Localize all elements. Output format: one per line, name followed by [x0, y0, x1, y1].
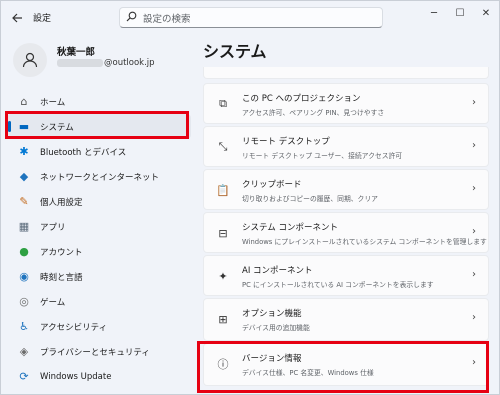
search-icon	[126, 11, 137, 25]
user-profile[interactable]: 秋葉一郎 @outlook.jp	[13, 39, 189, 79]
sidebar-item-paintbrush[interactable]: ✎ 個人用設定	[7, 189, 191, 214]
sidebar-item-game-controller[interactable]: ◎ ゲーム	[7, 289, 191, 314]
sidebar-item-label: 時刻と言語	[40, 272, 83, 283]
back-arrow-icon[interactable]	[7, 8, 27, 28]
maximize-button[interactable]: ☐	[447, 1, 473, 25]
user-email: @outlook.jp	[57, 58, 155, 68]
optional-features-icon: ⊞	[218, 312, 228, 326]
card-description: デバイス仕様、PC 名変更、Windows 仕様	[242, 369, 374, 377]
chevron-right-icon: ›	[472, 269, 476, 280]
sidebar-item-bluetooth[interactable]: ✱ Bluetooth とデバイス	[7, 139, 191, 164]
sidebar-item-label: アプリ	[40, 222, 66, 233]
sidebar-item-label: 個人用設定	[40, 197, 83, 208]
ai-sparkle-icon: ✦	[218, 269, 228, 283]
title-bar: 設定 設定の検索 ─ ☐ ✕	[1, 1, 499, 35]
app-title: 設定	[33, 14, 52, 24]
settings-card-optional-features[interactable]: ⊞ オプション機能 デバイス用の追加機能 ›	[203, 298, 489, 341]
settings-list: ⧉ この PC へのプロジェクションアクセス許可、ペアリング PIN、見つけやすさ…	[203, 67, 489, 388]
card-description: デバイス用の追加機能	[242, 324, 310, 332]
sidebar-item-label: ゲーム	[40, 297, 66, 308]
previous-card-fragment	[203, 67, 489, 79]
close-button[interactable]: ✕	[473, 1, 499, 25]
card-description: 切り取りおよびコピーの履歴、同期、クリア	[242, 195, 378, 203]
sidebar-item-wifi[interactable]: ◆ ネットワークとインターネット	[7, 164, 191, 189]
card-title: リモート デスクトップ	[242, 137, 330, 147]
sidebar-item-apps[interactable]: ▦ アプリ	[7, 214, 191, 239]
chevron-right-icon: ›	[472, 312, 476, 323]
card-description: PC にインストールされている AI コンポーネントを表示します	[242, 281, 434, 289]
avatar	[13, 43, 47, 77]
windows-update-icon: ⟳	[19, 370, 29, 383]
sidebar-item-shield[interactable]: ◈ プライバシーとセキュリティ	[7, 339, 191, 364]
sidebar-item-account[interactable]: ● アカウント	[7, 239, 191, 264]
sidebar-item-accessibility[interactable]: ♿ アクセシビリティ	[7, 314, 191, 339]
sidebar-item-label: アカウント	[40, 247, 83, 258]
card-title: AI コンポーネント	[242, 266, 313, 276]
sidebar-item-label: プライバシーとセキュリティ	[40, 347, 150, 358]
system-components-icon: ⊟	[218, 226, 228, 240]
info-icon: ⓘ	[217, 358, 229, 371]
settings-card-projection[interactable]: ⧉ この PC へのプロジェクションアクセス許可、ペアリング PIN、見つけやすさ…	[203, 83, 489, 124]
bluetooth-icon: ✱	[19, 145, 29, 158]
sidebar-item-globe-clock[interactable]: ◉ 時刻と言語	[7, 264, 191, 289]
page-title: システム	[203, 42, 267, 61]
apps-icon: ▦	[18, 220, 30, 233]
sidebar-item-label: Windows Update	[40, 371, 112, 382]
window-controls: ─ ☐ ✕	[421, 1, 499, 25]
sidebar-item-windows-update[interactable]: ⟳ Windows Update	[7, 364, 191, 389]
account-icon: ●	[19, 245, 29, 258]
system-icon: ▬	[18, 120, 30, 133]
card-description: リモート デスクトップ ユーザー、接続アクセス許可	[242, 152, 403, 160]
card-title: システム コンポーネント	[242, 223, 338, 233]
game-controller-icon: ◎	[19, 295, 29, 308]
accessibility-icon: ♿	[19, 320, 29, 333]
chevron-right-icon: ›	[472, 140, 476, 151]
sidebar-item-label: システム	[40, 122, 74, 133]
globe-clock-icon: ◉	[19, 270, 29, 283]
wifi-icon: ◆	[19, 170, 29, 183]
search-box[interactable]: 設定の検索	[119, 7, 383, 28]
sidebar-item-system[interactable]: ▬ システム	[7, 114, 191, 139]
sidebar-item-label: ホーム	[40, 97, 66, 108]
settings-window: 設定 設定の検索 ─ ☐ ✕ 秋葉一郎 @outlook.jp ⌂ ホーム ▬ システ…	[0, 0, 500, 395]
chevron-right-icon: ›	[472, 357, 476, 368]
card-description: アクセス許可、ペアリング PIN、見つけやすさ	[242, 109, 385, 117]
sidebar-item-label: Bluetooth とデバイス	[40, 147, 127, 158]
settings-card-system-components[interactable]: ⊟ システム コンポーネント Windows にプレインストールされているシステム …	[203, 212, 489, 253]
settings-card-clipboard[interactable]: 📋 クリップボード切り取りおよびコピーの履歴、同期、クリア ›	[203, 169, 489, 210]
sidebar-item-label: ネットワークとインターネット	[40, 172, 160, 183]
minimize-button[interactable]: ─	[421, 1, 447, 25]
shield-icon: ◈	[19, 345, 29, 358]
chevron-right-icon: ›	[472, 97, 476, 108]
card-title: この PC へのプロジェクション	[242, 94, 361, 104]
card-title: バージョン情報	[242, 354, 302, 364]
email-redaction	[57, 58, 103, 67]
remote-desktop-icon: ⤡	[218, 140, 228, 153]
chevron-right-icon: ›	[472, 183, 476, 194]
card-title: クリップボード	[242, 180, 302, 190]
settings-card-ai-sparkle[interactable]: ✦ AI コンポーネント PC にインストールされている AI コンポーネントを表示…	[203, 255, 489, 296]
user-name: 秋葉一郎	[57, 47, 96, 58]
projection-icon: ⧉	[219, 97, 227, 110]
person-icon	[22, 52, 38, 68]
settings-card-info[interactable]: ⓘ バージョン情報デバイス仕様、PC 名変更、Windows 仕様 ›	[203, 343, 489, 386]
sidebar-item-home[interactable]: ⌂ ホーム	[7, 89, 191, 114]
clipboard-icon: 📋	[216, 183, 230, 197]
settings-card-remote-desktop[interactable]: ⤡ リモート デスクトップリモート デスクトップ ユーザー、接続アクセス許可 ›	[203, 126, 489, 167]
user-email-domain: @outlook.jp	[104, 58, 155, 68]
paintbrush-icon: ✎	[19, 195, 29, 208]
sidebar-nav: ⌂ ホーム ▬ システム ✱ Bluetooth とデバイス ◆ ネットワークとインターネット…	[7, 89, 191, 389]
sidebar-item-label: アクセシビリティ	[40, 322, 108, 333]
card-title: オプション機能	[242, 309, 302, 319]
search-input[interactable]: 設定の検索	[143, 11, 191, 25]
chevron-right-icon: ›	[472, 226, 476, 237]
card-description: Windows にプレインストールされているシステム コンポーネントを管理します	[242, 238, 487, 246]
home-icon: ⌂	[20, 95, 28, 108]
